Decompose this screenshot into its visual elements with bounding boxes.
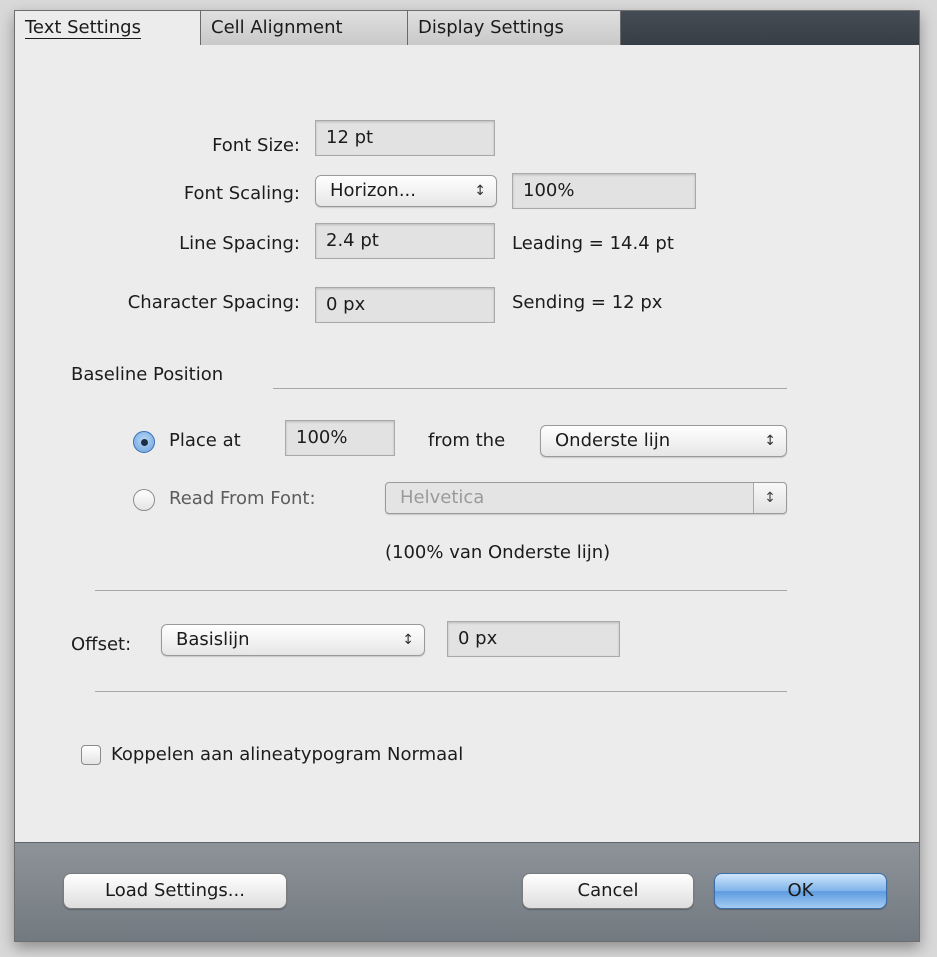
updown-arrows-icon: ↕ bbox=[764, 433, 776, 449]
line-spacing-label: Line Spacing: bbox=[179, 233, 300, 254]
link-paragraph-style-checkbox[interactable] bbox=[81, 745, 101, 765]
cancel-button[interactable]: Cancel bbox=[522, 873, 694, 909]
font-scaling-popup-value: Horizon... bbox=[330, 180, 416, 201]
tab-bar: Text Settings Cell Alignment Display Set… bbox=[15, 11, 919, 45]
offset-popup[interactable]: Basislijn ↕ bbox=[161, 624, 425, 656]
link-paragraph-style-label: Koppelen aan alineatypogram Normaal bbox=[111, 744, 464, 765]
font-hint-text: (100% van Onderste lijn) bbox=[385, 542, 611, 563]
font-popup[interactable]: Helvetica ↕ bbox=[385, 482, 787, 514]
ok-button[interactable]: OK bbox=[714, 873, 887, 909]
leading-text: Leading = 14.4 pt bbox=[512, 233, 674, 254]
load-settings-button[interactable]: Load Settings... bbox=[63, 873, 287, 909]
font-scaling-label: Font Scaling: bbox=[183, 183, 300, 204]
offset-popup-value: Basislijn bbox=[176, 629, 250, 650]
place-at-radio[interactable] bbox=[133, 431, 155, 453]
from-the-label: from the bbox=[428, 430, 506, 451]
place-at-field[interactable]: 100% bbox=[285, 420, 395, 456]
place-at-label: Place at bbox=[169, 430, 241, 451]
line-spacing-field[interactable]: 2.4 pt bbox=[315, 223, 495, 259]
tab-display-settings[interactable]: Display Settings bbox=[408, 11, 621, 45]
updown-arrows-icon: ↕ bbox=[474, 183, 486, 199]
character-spacing-label: Character Spacing: bbox=[127, 292, 300, 313]
font-scaling-popup[interactable]: Horizon... ↕ bbox=[315, 175, 497, 207]
offset-label: Offset: bbox=[71, 634, 132, 655]
updown-arrows-icon: ↕ bbox=[402, 632, 414, 648]
dialog-footer: Load Settings... Cancel OK bbox=[15, 842, 919, 941]
font-size-label: Font Size: bbox=[212, 135, 300, 156]
font-scaling-field[interactable]: 100% bbox=[512, 173, 696, 209]
tab-display-settings-label: Display Settings bbox=[418, 17, 564, 38]
updown-arrows-icon: ↕ bbox=[753, 483, 786, 513]
section-divider-1 bbox=[95, 590, 787, 591]
baseline-position-label: Baseline Position bbox=[71, 364, 224, 385]
from-the-popup[interactable]: Onderste lijn ↕ bbox=[540, 425, 787, 457]
tab-cell-alignment-label: Cell Alignment bbox=[211, 17, 343, 38]
font-popup-value: Helvetica bbox=[400, 487, 485, 508]
tab-cell-alignment[interactable]: Cell Alignment bbox=[201, 11, 408, 45]
font-size-field[interactable]: 12 pt bbox=[315, 120, 495, 156]
tab-text-settings[interactable]: Text Settings bbox=[15, 11, 201, 45]
text-settings-dialog: Text Settings Cell Alignment Display Set… bbox=[14, 10, 920, 942]
section-divider-2 bbox=[95, 691, 787, 692]
read-from-font-radio[interactable] bbox=[133, 489, 155, 511]
sending-text: Sending = 12 px bbox=[512, 292, 663, 313]
baseline-section-divider bbox=[273, 388, 787, 389]
character-spacing-field[interactable]: 0 px bbox=[315, 287, 495, 323]
read-from-font-label: Read From Font: bbox=[169, 488, 316, 509]
tab-text-settings-label: Text Settings bbox=[25, 17, 141, 39]
from-the-popup-value: Onderste lijn bbox=[555, 430, 671, 451]
offset-field[interactable]: 0 px bbox=[447, 621, 620, 657]
